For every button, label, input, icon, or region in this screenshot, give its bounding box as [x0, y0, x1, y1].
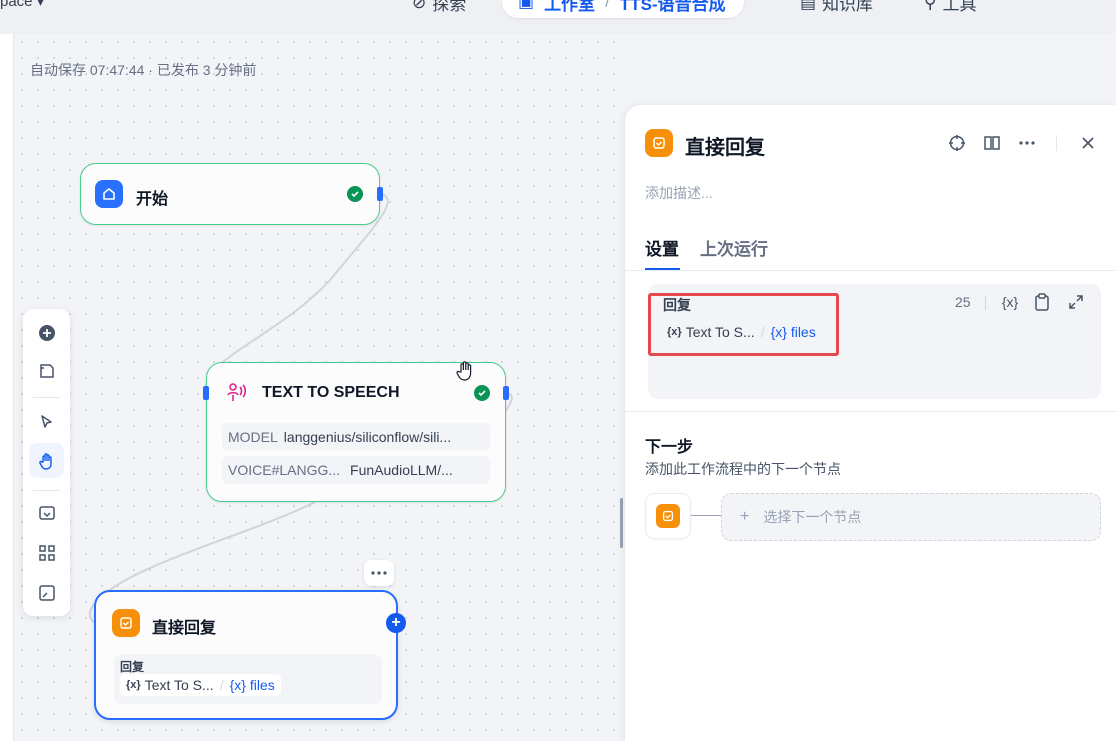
answer-icon — [645, 129, 673, 157]
nav-tools[interactable]: ⚲ 工具 — [924, 0, 976, 15]
home-icon — [95, 180, 123, 208]
plus-circle-icon — [38, 324, 55, 341]
insert-variable-button[interactable]: {x} — [999, 291, 1021, 313]
answer-icon — [112, 609, 140, 637]
node-tts-output-handle[interactable] — [503, 386, 509, 400]
locate-node-button[interactable] — [945, 131, 969, 155]
next-step-description: 添加此工作流程中的下一个节点 — [645, 461, 841, 477]
tool-icon: ⚲ — [924, 0, 937, 12]
variable-icon: {x} — [126, 679, 141, 691]
copy-button[interactable] — [1031, 291, 1053, 313]
success-check-icon — [347, 186, 363, 202]
tab-last-run[interactable]: 上次运行 — [700, 235, 768, 260]
node-tts-title: TEXT TO SPEECH — [262, 384, 400, 401]
answer-icon — [656, 504, 680, 528]
book-icon: ▤ — [800, 0, 817, 12]
pointer-mode-button[interactable] — [29, 404, 64, 439]
panel-title[interactable]: 直接回复 — [685, 131, 765, 160]
node-more-button[interactable] — [364, 560, 394, 586]
tts-model-row: MODEL langgenius/siliconflow/sili... — [222, 423, 490, 451]
add-note-button[interactable] — [29, 353, 64, 388]
node-answer-title: 直接回复 — [152, 620, 217, 637]
grid-icon — [38, 544, 55, 561]
current-node-badge — [645, 493, 691, 539]
hand-icon — [38, 452, 52, 470]
success-check-icon — [474, 385, 490, 401]
minimap-button[interactable] — [29, 575, 64, 610]
book-open-icon — [984, 136, 1000, 150]
note-icon — [39, 363, 54, 378]
variable-chip: {x} Text To S... / {x} files — [120, 674, 281, 696]
node-tts-input-handle[interactable] — [203, 386, 209, 400]
export-image-button[interactable] — [29, 495, 64, 530]
organize-nodes-button[interactable] — [29, 535, 64, 570]
expand-button[interactable] — [1065, 291, 1087, 313]
add-node-button[interactable] — [29, 315, 64, 350]
image-icon — [38, 505, 55, 520]
node-settings-panel: 直接回复 添加描述... 设置 上次运行 回复 25 {x} {x} Text … — [625, 105, 1116, 741]
pointer-icon — [40, 414, 52, 428]
more-icon — [1019, 141, 1035, 145]
plus-icon: + — [740, 508, 750, 525]
more-icon — [371, 571, 387, 575]
reply-char-count: 25 — [955, 294, 971, 310]
node-start-output-handle[interactable] — [377, 187, 383, 201]
node-start[interactable]: 开始 — [80, 163, 383, 225]
canvas-toolbar — [23, 309, 70, 616]
description-input[interactable]: 添加描述... — [645, 183, 713, 203]
panel-resize-handle[interactable] — [620, 498, 623, 548]
nav-knowledge[interactable]: ▤ 知识库 — [800, 0, 873, 15]
tts-voice-row: VOICE#LANGG... FunAudioLLM/... — [222, 456, 490, 484]
expand-icon — [1069, 295, 1083, 309]
next-step-title: 下一步 — [645, 439, 694, 456]
help-docs-button[interactable] — [980, 131, 1004, 155]
hand-mode-button[interactable] — [29, 443, 64, 478]
close-panel-button[interactable] — [1076, 131, 1100, 155]
close-icon — [1082, 137, 1094, 149]
node-answer-reply: 回复 {x} Text To S... / {x} files — [114, 654, 382, 704]
hand-cursor-icon — [455, 360, 475, 387]
add-next-node-handle[interactable]: + — [386, 613, 406, 633]
app-name: TTS-语音合成 — [619, 0, 726, 14]
clipboard-icon — [1035, 293, 1049, 311]
node-direct-answer[interactable]: 直接回复 回复 {x} Text To S... / {x} files — [94, 590, 398, 720]
node-start-title: 开始 — [136, 191, 169, 208]
select-next-node-button[interactable]: + 选择下一个节点 — [721, 493, 1101, 541]
minimap-icon — [38, 584, 55, 601]
highlight-box — [648, 293, 839, 356]
crosshair-icon — [949, 135, 965, 151]
tts-icon — [225, 381, 249, 410]
tab-settings[interactable]: 设置 — [645, 235, 679, 260]
autosave-status: 自动保存 07:47:44 · 已发布 3 分钟前 — [30, 62, 257, 78]
panel-more-button[interactable] — [1015, 131, 1039, 155]
